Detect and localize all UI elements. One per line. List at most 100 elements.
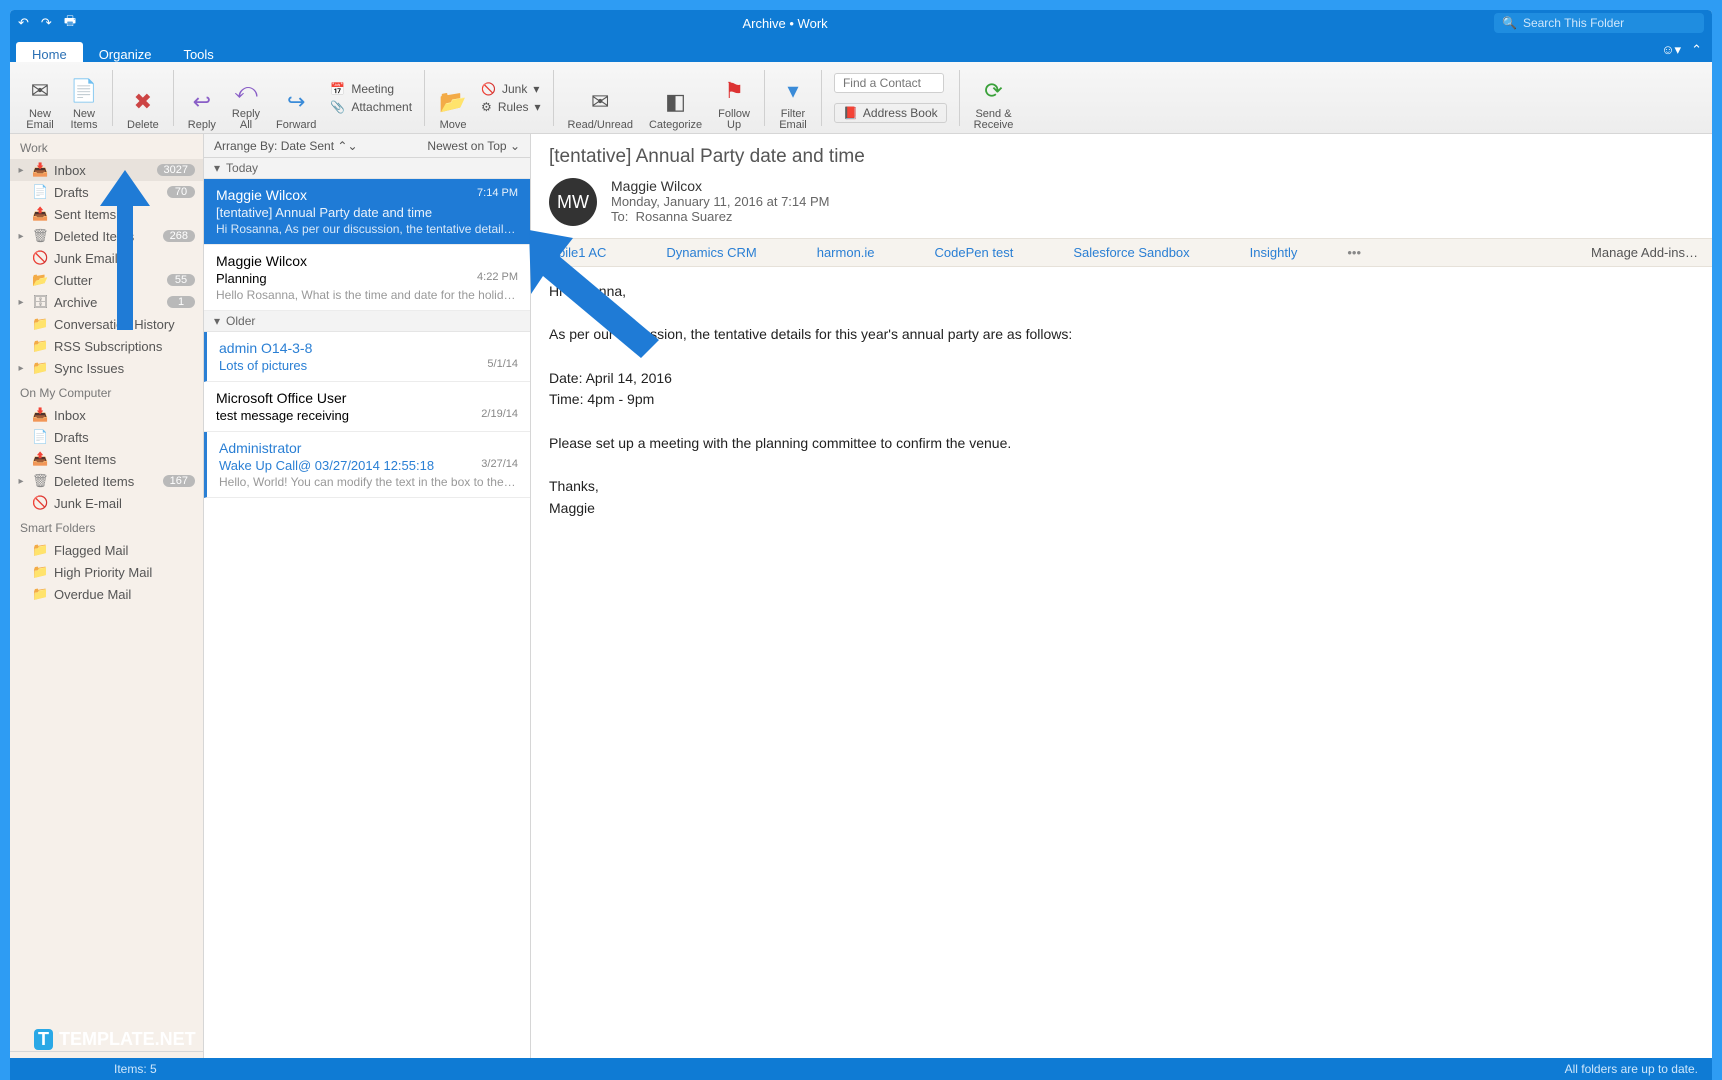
reply-icon: ↩ [188, 88, 216, 116]
message-item[interactable]: AdministratorWake Up Call@ 03/27/2014 12… [204, 432, 530, 498]
arrange-by-button[interactable]: Arrange By: Date Sent ⌃⌄ [214, 139, 358, 153]
book-icon: 📕 [843, 106, 858, 120]
archive-icon: 🗄 [32, 294, 48, 310]
folder-label: Deleted Items [54, 474, 163, 489]
addin-link[interactable]: Salesforce Sandbox [1073, 245, 1189, 260]
sort-order-button[interactable]: Newest on Top ⌄ [427, 139, 520, 153]
sidebar-item-flagged-mail[interactable]: 📁Flagged Mail [10, 539, 203, 561]
disclosure-triangle-icon[interactable]: ▸ [16, 297, 26, 308]
new-items-button[interactable]: 📄New Items [62, 65, 106, 131]
sidebar-item-drafts[interactable]: 📄Drafts70 [10, 181, 203, 203]
email-subject: [tentative] Annual Party date and time [531, 134, 1712, 172]
sidebar-item-high-priority-mail[interactable]: 📁High Priority Mail [10, 561, 203, 583]
message-item[interactable]: Microsoft Office Usertest message receiv… [204, 382, 530, 432]
disclosure-triangle-icon[interactable]: ▸ [16, 231, 26, 242]
sidebar-item-sent-items[interactable]: 📤Sent Items [10, 203, 203, 225]
ribbon-tabs: HomeOrganizeTools ☺▾ ⌃ [10, 36, 1712, 62]
folder-label: Junk Email [54, 251, 195, 266]
sidebar-item-drafts[interactable]: 📄Drafts [10, 426, 203, 448]
email-body: Hi Rosanna, As per our discussion, the t… [531, 267, 1712, 534]
filter-icon: ▾ [779, 77, 807, 105]
addin-link[interactable]: harmon.ie [817, 245, 875, 260]
search-input[interactable] [1523, 16, 1696, 30]
message-item[interactable]: Maggie Wilcox7:14 PM[tentative] Annual P… [204, 179, 530, 245]
categorize-icon: ◧ [662, 88, 690, 116]
count-badge: 1 [167, 296, 195, 308]
sidebar-section[interactable]: On My Computer [10, 379, 203, 404]
addins-more-button[interactable]: ••• [1347, 245, 1361, 260]
undo-icon[interactable]: ↶ [18, 15, 29, 31]
addin-link[interactable]: CodePen test [935, 245, 1014, 260]
msg-subject: test message receiving [216, 408, 349, 423]
delete-button[interactable]: ✖Delete [119, 65, 167, 131]
rules-button[interactable]: ⚙Rules▾ [481, 100, 540, 114]
titlebar: ↶ ↷ 🖶 Archive • Work 🔍 [10, 10, 1712, 36]
address-book-button[interactable]: 📕Address Book [834, 103, 947, 123]
sidebar-item-conversation-history[interactable]: 📁Conversation History [10, 313, 203, 335]
reply-button[interactable]: ↩Reply [180, 65, 224, 131]
disclosure-triangle-icon[interactable]: ▸ [16, 165, 26, 176]
sent-icon: 📤 [32, 206, 48, 222]
follow-up-button[interactable]: ⚑Follow Up [710, 65, 758, 131]
drafts-icon: 📄 [32, 429, 48, 445]
list-group-header[interactable]: ▾Older [204, 311, 530, 332]
message-item[interactable]: Maggie WilcoxPlanning4:22 PMHello Rosann… [204, 245, 530, 311]
addin-link[interactable]: Insightly [1250, 245, 1298, 260]
sidebar-section[interactable]: Smart Folders [10, 514, 203, 539]
count-badge: 70 [167, 186, 195, 198]
sidebar-item-junk-e-mail[interactable]: 🚫Junk E-mail [10, 492, 203, 514]
forward-button[interactable]: ↪Forward [268, 65, 324, 131]
send-receive-button[interactable]: ⟳Send & Receive [966, 65, 1022, 131]
disclosure-triangle-icon[interactable]: ▸ [16, 476, 26, 487]
sidebar-item-archive[interactable]: ▸🗄Archive1 [10, 291, 203, 313]
folder-label: Inbox [54, 163, 157, 178]
status-bar: Items: 5 All folders are up to date. [10, 1058, 1712, 1080]
sidebar-item-inbox[interactable]: 📥Inbox [10, 404, 203, 426]
categorize-button[interactable]: ◧Categorize [641, 65, 710, 131]
sidebar-item-deleted-items[interactable]: ▸🗑Deleted Items268 [10, 225, 203, 247]
sidebar-item-rss-subscriptions[interactable]: 📁RSS Subscriptions [10, 335, 203, 357]
item-count: Items: 5 [114, 1062, 157, 1076]
junk-button[interactable]: 🚫Junk▾ [481, 82, 540, 96]
sidebar-item-sent-items[interactable]: 📤Sent Items [10, 448, 203, 470]
addin-link[interactable]: Dynamics CRM [666, 245, 756, 260]
sidebar-item-clutter[interactable]: 📂Clutter55 [10, 269, 203, 291]
manage-addins-button[interactable]: Manage Add-ins… [1591, 245, 1698, 260]
list-group-header[interactable]: ▾Today [204, 158, 530, 179]
sender-name: Maggie Wilcox [611, 178, 830, 194]
envelope-icon: ✉ [586, 88, 614, 116]
trash-icon: 🗑 [32, 473, 48, 489]
sync-icon: ⟳ [980, 77, 1008, 105]
redo-icon[interactable]: ↷ [41, 15, 52, 31]
attachment-button[interactable]: 📎Attachment [330, 100, 412, 114]
find-contact-input[interactable] [834, 73, 944, 93]
msg-from: Maggie Wilcox [216, 253, 307, 269]
folder-label: Clutter [54, 273, 167, 288]
move-button[interactable]: 📂Move [431, 65, 475, 131]
collapse-ribbon-icon[interactable]: ⌃ [1691, 42, 1702, 58]
new-email-button[interactable]: ✉New Email [18, 65, 62, 131]
folder-icon: 📁 [32, 542, 48, 558]
read-unread-button[interactable]: ✉Read/Unread [560, 65, 641, 131]
filter-email-button[interactable]: ▾Filter Email [771, 65, 815, 131]
sidebar-section[interactable]: Work [10, 134, 203, 159]
sidebar-item-sync-issues[interactable]: ▸📁Sync Issues [10, 357, 203, 379]
ribbon: ✉New Email 📄New Items ✖Delete ↩Reply ⤺Re… [10, 62, 1712, 134]
message-item[interactable]: admin O14-3-8Lots of pictures5/1/14 [204, 332, 530, 382]
sidebar-item-overdue-mail[interactable]: 📁Overdue Mail [10, 583, 203, 605]
sidebar-item-deleted-items[interactable]: ▸🗑Deleted Items167 [10, 470, 203, 492]
move-icon: 📂 [439, 88, 467, 116]
search-box[interactable]: 🔍 [1494, 13, 1704, 33]
addin-link[interactable]: …bile1 AC [545, 245, 606, 260]
help-smiley-icon[interactable]: ☺▾ [1661, 42, 1681, 58]
sidebar-item-inbox[interactable]: ▸📥Inbox3027 [10, 159, 203, 181]
search-icon: 🔍 [1502, 16, 1517, 30]
meeting-button[interactable]: 📅Meeting [330, 82, 412, 96]
sidebar-item-junk-email[interactable]: 🚫Junk Email [10, 247, 203, 269]
msg-from: Administrator [219, 440, 301, 456]
disclosure-triangle-icon[interactable]: ▸ [16, 363, 26, 374]
msg-date: 5/1/14 [487, 358, 518, 373]
print-icon[interactable]: 🖶 [64, 12, 76, 34]
reply-all-button[interactable]: ⤺Reply All [224, 65, 268, 131]
new-items-icon: 📄 [70, 77, 98, 105]
